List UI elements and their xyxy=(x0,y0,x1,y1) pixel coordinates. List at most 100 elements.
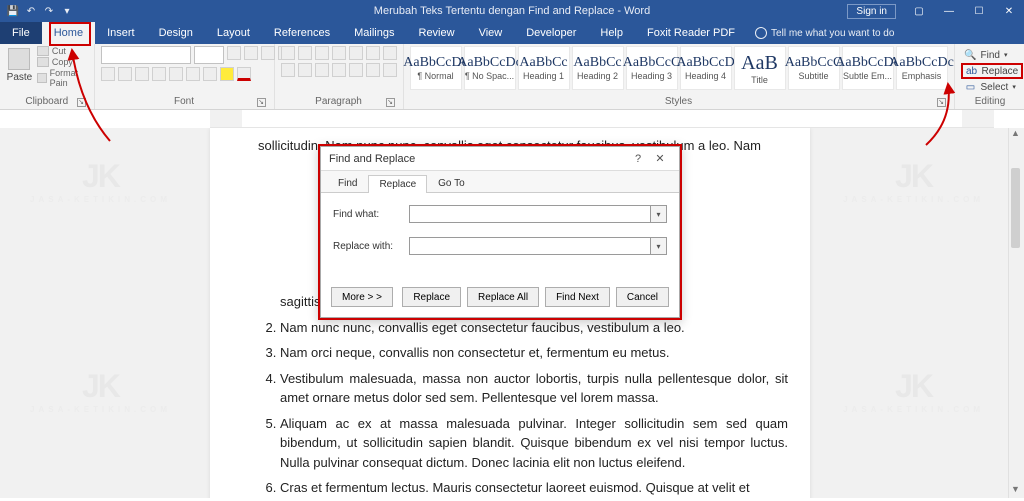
tell-me-label: Tell me what you want to do xyxy=(771,28,894,39)
underline-icon[interactable] xyxy=(135,67,149,81)
find-what-input[interactable] xyxy=(409,205,651,223)
list-item: Cras et fermentum lectus. Mauris consect… xyxy=(280,478,788,498)
tab-help[interactable]: Help xyxy=(588,22,635,44)
tab-home[interactable]: Home xyxy=(42,22,95,44)
change-case-icon[interactable] xyxy=(261,46,275,60)
styles-launcher-icon[interactable]: ↘ xyxy=(937,98,946,107)
find-replace-dialog: Find and Replace ? ✕ Find Replace Go To … xyxy=(320,146,680,318)
bullets-icon[interactable] xyxy=(281,46,295,60)
tab-review[interactable]: Review xyxy=(407,22,467,44)
copy-button[interactable]: Copy xyxy=(37,57,88,67)
sign-in-button[interactable]: Sign in xyxy=(847,4,896,19)
styles-gallery[interactable]: AaBbCcDc¶ NormalAaBbCcDc¶ No Spac...AaBb… xyxy=(410,46,948,90)
tab-file[interactable]: File xyxy=(0,22,42,44)
tab-mailings[interactable]: Mailings xyxy=(342,22,406,44)
justify-icon[interactable] xyxy=(332,63,346,77)
qat-more-icon[interactable]: ▾ xyxy=(60,4,74,18)
style-tile[interactable]: AaBbCcHeading 1 xyxy=(518,46,570,90)
replace-one-button[interactable]: Replace xyxy=(402,287,461,307)
cancel-button[interactable]: Cancel xyxy=(616,287,669,307)
save-icon[interactable]: 💾 xyxy=(6,4,20,18)
borders-icon[interactable] xyxy=(383,63,397,77)
replace-button[interactable]: abReplace xyxy=(961,63,1024,79)
bold-icon[interactable] xyxy=(101,67,115,81)
shading-icon[interactable] xyxy=(366,63,380,77)
indent-dec-icon[interactable] xyxy=(332,46,346,60)
dialog-tab-find[interactable]: Find xyxy=(327,174,368,192)
dialog-help-icon[interactable]: ? xyxy=(627,153,649,165)
undo-icon[interactable]: ↶ xyxy=(24,4,38,18)
tab-layout[interactable]: Layout xyxy=(205,22,262,44)
font-name-combo[interactable] xyxy=(101,46,191,64)
replace-all-button[interactable]: Replace All xyxy=(467,287,539,307)
align-right-icon[interactable] xyxy=(315,63,329,77)
tell-me-search[interactable]: Tell me what you want to do xyxy=(755,22,894,44)
close-icon[interactable]: ✕ xyxy=(994,0,1024,22)
vertical-scrollbar[interactable]: ▲ ▼ xyxy=(1008,128,1022,498)
dialog-tab-goto[interactable]: Go To xyxy=(427,174,476,192)
clipboard-launcher-icon[interactable]: ↘ xyxy=(77,98,86,107)
group-font: Font↘ xyxy=(95,44,275,109)
cut-icon xyxy=(37,46,49,56)
replace-with-input[interactable] xyxy=(409,237,651,255)
redo-icon[interactable]: ↷ xyxy=(42,4,56,18)
find-dropdown-icon[interactable]: ▾ xyxy=(651,205,667,223)
replace-dropdown-icon[interactable]: ▾ xyxy=(651,237,667,255)
text-effects-icon[interactable] xyxy=(203,67,217,81)
font-color-icon[interactable] xyxy=(237,67,251,81)
minimize-icon[interactable]: — xyxy=(934,0,964,22)
sort-icon[interactable] xyxy=(366,46,380,60)
italic-icon[interactable] xyxy=(118,67,132,81)
show-marks-icon[interactable] xyxy=(383,46,397,60)
style-tile[interactable]: AaBbCcDcSubtle Em... xyxy=(842,46,894,90)
font-launcher-icon[interactable]: ↘ xyxy=(257,98,266,107)
highlight-icon[interactable] xyxy=(220,67,234,81)
tab-references[interactable]: References xyxy=(262,22,342,44)
list-item: Aliquam ac ex at massa malesuada pulvina… xyxy=(280,414,788,473)
scroll-up-icon[interactable]: ▲ xyxy=(1009,128,1022,142)
style-tile[interactable]: AaBbCcDc¶ No Spac... xyxy=(464,46,516,90)
cut-button[interactable]: Cut xyxy=(37,46,88,56)
tab-developer[interactable]: Developer xyxy=(514,22,588,44)
style-tile[interactable]: AaBbCcCHeading 3 xyxy=(626,46,678,90)
font-size-combo[interactable] xyxy=(194,46,224,64)
ribbon-options-icon[interactable]: ▢ xyxy=(904,0,934,22)
more-button[interactable]: More > > xyxy=(331,287,393,307)
numbering-icon[interactable] xyxy=(298,46,312,60)
style-tile[interactable]: AaBbCcDc¶ Normal xyxy=(410,46,462,90)
scroll-thumb[interactable] xyxy=(1011,168,1020,248)
subscript-icon[interactable] xyxy=(169,67,183,81)
paragraph-launcher-icon[interactable]: ↘ xyxy=(386,98,395,107)
style-tile[interactable]: AaBTitle xyxy=(734,46,786,90)
style-tile[interactable]: AaBbCcDHeading 4 xyxy=(680,46,732,90)
superscript-icon[interactable] xyxy=(186,67,200,81)
select-button[interactable]: ▭Select ▾ xyxy=(961,80,1024,94)
tab-insert[interactable]: Insert xyxy=(95,22,147,44)
window-title: Merubah Teks Tertentu dengan Find and Re… xyxy=(374,5,650,17)
find-button[interactable]: 🔍Find ▾ xyxy=(961,48,1024,62)
indent-inc-icon[interactable] xyxy=(349,46,363,60)
find-what-label: Find what: xyxy=(333,209,409,220)
group-styles: AaBbCcDc¶ NormalAaBbCcDc¶ No Spac...AaBb… xyxy=(404,44,955,109)
paste-button[interactable]: Paste xyxy=(6,46,33,83)
grow-font-icon[interactable] xyxy=(227,46,241,60)
style-tile[interactable]: AaBbCcHeading 2 xyxy=(572,46,624,90)
style-tile[interactable]: AaBbCcDcEmphasis xyxy=(896,46,948,90)
maximize-icon[interactable]: ☐ xyxy=(964,0,994,22)
style-tile[interactable]: AaBbCcCSubtitle xyxy=(788,46,840,90)
dialog-tab-replace[interactable]: Replace xyxy=(368,175,427,193)
format-painter-button[interactable]: Format Pain xyxy=(37,68,88,88)
find-next-button[interactable]: Find Next xyxy=(545,287,610,307)
align-center-icon[interactable] xyxy=(298,63,312,77)
align-left-icon[interactable] xyxy=(281,63,295,77)
dialog-close-icon[interactable]: ✕ xyxy=(649,152,671,165)
tab-foxit[interactable]: Foxit Reader PDF xyxy=(635,22,747,44)
scroll-down-icon[interactable]: ▼ xyxy=(1009,484,1022,498)
tab-view[interactable]: View xyxy=(467,22,515,44)
tab-design[interactable]: Design xyxy=(147,22,205,44)
horizontal-ruler[interactable] xyxy=(210,110,994,128)
multilevel-icon[interactable] xyxy=(315,46,329,60)
line-spacing-icon[interactable] xyxy=(349,63,363,77)
strike-icon[interactable] xyxy=(152,67,166,81)
shrink-font-icon[interactable] xyxy=(244,46,258,60)
